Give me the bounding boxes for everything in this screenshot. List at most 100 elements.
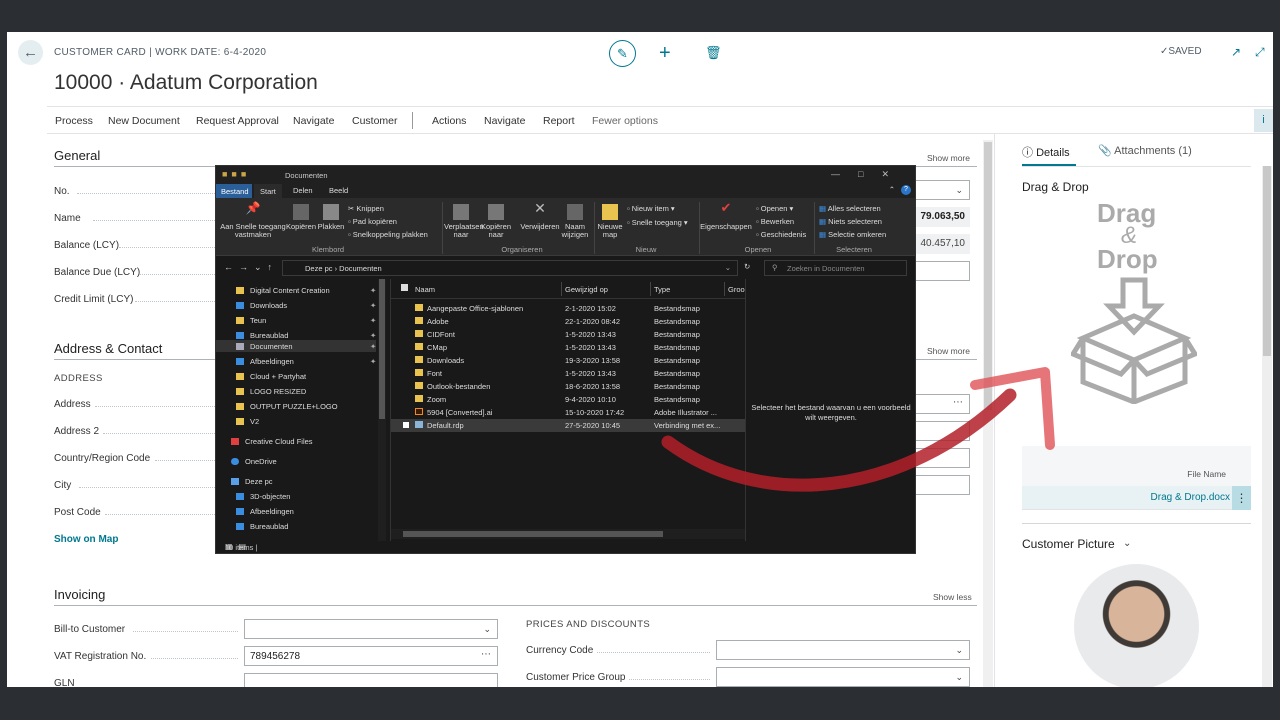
attachment-row[interactable]: Drag & Drop.docx ⋮ bbox=[1022, 486, 1251, 510]
tree-item[interactable]: Bureaublad ✦ bbox=[236, 331, 376, 340]
tab-bestand[interactable]: Bestand bbox=[216, 184, 252, 198]
file-row[interactable]: Adobe 22-1-2020 08:42 Bestandsmap bbox=[391, 315, 746, 328]
attachment-file-name[interactable]: Drag & Drop.docx bbox=[1151, 492, 1230, 503]
column-separator[interactable] bbox=[650, 282, 651, 296]
explorer-search-input[interactable]: ⚲ Zoeken in Documenten bbox=[764, 260, 907, 276]
drag-drop-zone[interactable]: Drag & Drop bbox=[1061, 198, 1201, 408]
action-actions[interactable]: Actions bbox=[432, 115, 466, 127]
column-size[interactable]: Groo bbox=[728, 285, 745, 294]
invoicing-show-less[interactable]: Show less bbox=[933, 592, 972, 602]
refresh-icon[interactable]: ↻ bbox=[744, 262, 750, 271]
action-report[interactable]: Report bbox=[543, 115, 575, 127]
copy-button[interactable]: Kopiëren bbox=[286, 204, 316, 231]
tree-item[interactable]: Creative Cloud Files bbox=[231, 437, 313, 446]
field-balance-value[interactable]: 40.457,10 bbox=[915, 234, 970, 254]
tree-item[interactable]: OneDrive bbox=[231, 457, 277, 466]
open-new-window-icon[interactable]: ↗ bbox=[1231, 45, 1241, 59]
page-scrollbar[interactable] bbox=[983, 140, 993, 687]
column-type[interactable]: Type bbox=[654, 285, 670, 294]
scrollbar-thumb[interactable] bbox=[1263, 166, 1271, 356]
show-on-map-link[interactable]: Show on Map bbox=[54, 534, 118, 545]
more-options-icon[interactable]: ⋮ bbox=[1232, 486, 1251, 510]
tree-item[interactable]: OUTPUT PUZZLE+LOGO bbox=[236, 402, 338, 411]
customer-picture-title[interactable]: Customer Picture bbox=[1022, 537, 1115, 551]
nav-arrows-icon[interactable]: ←→⌄↑ bbox=[224, 262, 278, 273]
column-name[interactable]: Naam bbox=[415, 285, 435, 294]
file-list-scrollbar[interactable] bbox=[391, 529, 746, 539]
action-process[interactable]: Process bbox=[55, 115, 93, 127]
delete-button[interactable]: ✕ Verwijderen bbox=[518, 201, 562, 231]
file-row[interactable]: CMap 1-5-2020 13:43 Bestandsmap bbox=[391, 341, 746, 354]
tree-item[interactable]: Teun ✦ bbox=[236, 316, 376, 325]
section-invoicing-title[interactable]: Invoicing bbox=[54, 587, 105, 602]
edit-button[interactable]: ▫ Bewerken bbox=[756, 217, 794, 226]
easy-access-button[interactable]: ▫ Snelle toegang ▾ bbox=[627, 218, 688, 227]
field-balance-due-input[interactable] bbox=[915, 261, 970, 281]
trash-icon[interactable]: 🗑 bbox=[705, 45, 722, 61]
file-row-selected[interactable]: Default.rdp 27-5-2020 10:45 Verbinding met… bbox=[391, 419, 746, 432]
address-show-more[interactable]: Show more bbox=[927, 346, 970, 356]
select-all-checkbox[interactable] bbox=[401, 284, 408, 291]
scrollbar-thumb[interactable] bbox=[379, 279, 385, 419]
field-vat-input[interactable]: 789456278 ⋯ bbox=[244, 646, 498, 666]
info-icon[interactable]: i bbox=[1254, 109, 1273, 132]
rename-button[interactable]: Naam wijzigen bbox=[560, 204, 590, 239]
chevron-down-icon[interactable]: ⌄ bbox=[955, 672, 963, 683]
collapse-icon[interactable]: ⤢ bbox=[1255, 45, 1265, 60]
field-gln-input[interactable] bbox=[244, 673, 498, 687]
general-show-more[interactable]: Show more bbox=[927, 153, 970, 163]
field-address-input[interactable]: ⋯ bbox=[915, 394, 970, 414]
tree-item[interactable]: Bureaublad bbox=[236, 522, 288, 531]
field-price-group-input[interactable]: ⌄ bbox=[716, 667, 970, 687]
tab-attachments[interactable]: 📎 Attachments (1) bbox=[1098, 144, 1192, 157]
new-folder-button[interactable]: Nieuwe map bbox=[597, 204, 623, 239]
chevron-down-icon[interactable]: ⌄ bbox=[955, 185, 963, 196]
back-arrow-icon[interactable]: ← bbox=[18, 40, 43, 65]
move-to-button[interactable]: Verplaatsen naar bbox=[444, 204, 484, 239]
action-customer[interactable]: Customer bbox=[352, 115, 398, 127]
column-date[interactable]: Gewijzigd op bbox=[565, 285, 608, 294]
section-general-title[interactable]: General bbox=[54, 148, 100, 163]
paste-shortcut-button[interactable]: ▫ Snelkoppeling plakken bbox=[348, 230, 428, 239]
chevron-up-icon[interactable]: ⌃ bbox=[889, 185, 895, 194]
tab-start[interactable]: Start bbox=[254, 184, 282, 198]
file-row[interactable]: Zoom 9-4-2020 10:10 Bestandsmap bbox=[391, 393, 746, 406]
copy-path-button[interactable]: ▫ Pad kopiëren bbox=[348, 217, 397, 226]
paste-button[interactable]: Plakken bbox=[317, 204, 345, 231]
field-address-2-input[interactable] bbox=[915, 421, 970, 441]
file-row[interactable]: CIDFont 1-5-2020 13:43 Bestandsmap bbox=[391, 328, 746, 341]
properties-button[interactable]: ✔ Eigenschappen bbox=[700, 201, 752, 231]
new-item-button[interactable]: ▫ Nieuw item ▾ bbox=[627, 204, 675, 213]
tree-scrollbar[interactable] bbox=[378, 279, 386, 541]
column-separator[interactable] bbox=[561, 282, 562, 296]
field-currency-input[interactable]: ⌄ bbox=[716, 640, 970, 660]
tree-item[interactable]: Downloads ✦ bbox=[236, 301, 376, 310]
tree-item[interactable]: Cloud + Partyhat bbox=[236, 372, 306, 381]
chevron-down-icon[interactable]: ⌄ bbox=[1123, 538, 1131, 549]
scrollbar-thumb[interactable] bbox=[403, 531, 663, 537]
row-checkbox[interactable] bbox=[403, 422, 409, 428]
field-country-input[interactable] bbox=[915, 448, 970, 468]
tree-item[interactable]: Digital Content Creation ✦ bbox=[236, 286, 376, 295]
file-row[interactable]: Aangepaste Office-sjablonen 2-1-2020 15:0… bbox=[391, 302, 746, 315]
scrollbar-thumb[interactable] bbox=[984, 142, 992, 410]
select-none-button[interactable]: ▦ Niets selecteren bbox=[819, 217, 882, 226]
more-options-icon[interactable]: ⋯ bbox=[953, 397, 963, 408]
chevron-down-icon[interactable]: ⌄ bbox=[955, 645, 963, 656]
section-address-title[interactable]: Address & Contact bbox=[54, 341, 162, 356]
tree-item[interactable]: 3D-objecten bbox=[236, 492, 290, 501]
tree-item[interactable]: LOGO RESIZED bbox=[236, 387, 306, 396]
tab-delen[interactable]: Delen bbox=[293, 186, 313, 195]
file-row[interactable]: Downloads 19-3-2020 13:58 Bestandsmap bbox=[391, 354, 746, 367]
chevron-down-icon[interactable]: ⌄ bbox=[725, 263, 731, 272]
field-city-input[interactable] bbox=[915, 475, 970, 495]
pin-quick-access-button[interactable]: 📌 Aan Snelle toegang vastmaken bbox=[220, 202, 286, 239]
select-all-button[interactable]: ▦ Alles selecteren bbox=[819, 204, 881, 213]
tree-item[interactable]: V2 bbox=[236, 417, 259, 426]
help-icon[interactable]: ? bbox=[901, 185, 911, 195]
field-name-value[interactable]: 79.063,50 bbox=[915, 207, 970, 227]
chevron-down-icon[interactable]: ⌄ bbox=[483, 624, 491, 635]
file-row[interactable]: 5904 [Converted].ai 15-10-2020 17:42 Adobe… bbox=[391, 406, 746, 419]
action-fewer-options[interactable]: Fewer options bbox=[592, 115, 658, 127]
factbox-scrollbar[interactable] bbox=[1262, 166, 1272, 687]
